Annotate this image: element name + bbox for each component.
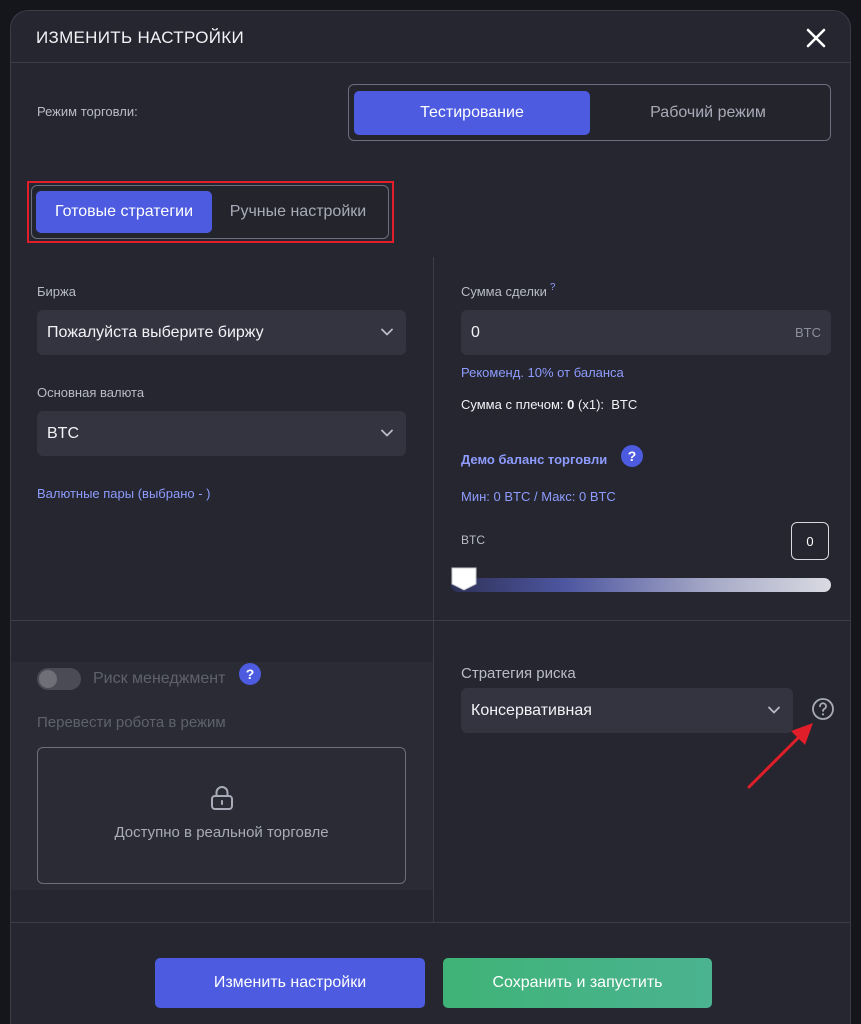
risk-management-toggle[interactable] (37, 668, 81, 690)
currency-pairs-link[interactable]: Валютные пары (выбрано - ) (37, 486, 211, 501)
robot-mode-label: Перевести робота в режим (37, 714, 226, 731)
base-currency-label: Основная валюта (37, 385, 145, 400)
recommend-link[interactable]: Рекоменд. 10% от баланса (461, 365, 624, 380)
strategy-type-switch: Готовые стратегии Ручные настройки (31, 185, 389, 239)
locked-feature-text: Доступно в реальной торговле (114, 824, 329, 841)
leverage-value: 0 (567, 397, 575, 412)
demo-balance-range: Мин: 0 BTC / Макс: 0 BTC (461, 489, 616, 504)
risk-strategy-value: Консервативная (471, 701, 592, 719)
base-currency-value: BTC (47, 424, 79, 442)
exchange-select[interactable]: Пожалуйста выберите биржу (37, 310, 406, 355)
mode-live-button[interactable]: Рабочий режим (590, 91, 826, 135)
save-and-run-button[interactable]: Сохранить и запустить (443, 958, 712, 1008)
tab-ready-strategies[interactable]: Готовые стратегии (36, 191, 212, 233)
tab-manual-settings[interactable]: Ручные настройки (214, 191, 382, 233)
column-divider-top (433, 257, 434, 621)
trade-amount-unit: BTC (795, 325, 821, 340)
leverage-mult: (x1): (578, 397, 605, 412)
chevron-down-icon (381, 328, 393, 336)
locked-feature-box: Доступно в реальной торговле (37, 747, 406, 884)
settings-modal: ИЗМЕНИТЬ НАСТРОЙКИ Режим торговли: Тести… (10, 10, 851, 1024)
risk-management-help-icon[interactable]: ? (239, 663, 261, 685)
trading-mode-label: Режим торговли: (37, 104, 138, 119)
slider-handle[interactable] (451, 567, 477, 591)
trade-amount-label-text: Сумма сделки (461, 284, 547, 299)
close-icon (806, 28, 826, 48)
risk-strategy-label: Стратегия риска (461, 665, 576, 682)
trade-amount-field: BTC (461, 310, 831, 355)
demo-balance-help-icon[interactable]: ? (621, 445, 643, 467)
lock-icon (211, 786, 233, 810)
toggle-knob (39, 670, 57, 688)
demo-balance-unit: BTC (461, 533, 485, 547)
leverage-unit: BTC (611, 397, 638, 412)
mode-testing-button[interactable]: Тестирование (354, 91, 590, 135)
red-arrow-annotation (747, 723, 813, 789)
exchange-value: Пожалуйста выберите биржу (47, 323, 264, 341)
demo-balance-label: Демо баланс торговли (461, 452, 608, 467)
modal-header: ИЗМЕНИТЬ НАСТРОЙКИ (11, 11, 850, 63)
demo-balance-sep: / (533, 489, 538, 504)
leverage-amount-text: Сумма с плечом: 0 (x1): BTC (461, 397, 637, 412)
exchange-label: Биржа (37, 284, 76, 299)
section-divider-bottom (11, 922, 850, 923)
base-currency-select[interactable]: BTC (37, 411, 406, 456)
leverage-prefix: Сумма с плечом: (461, 397, 564, 412)
trade-amount-input[interactable] (461, 310, 761, 355)
modal-title: ИЗМЕНИТЬ НАСТРОЙКИ (36, 28, 245, 47)
demo-balance-slider[interactable] (451, 578, 831, 592)
demo-balance-min: Мин: 0 BTC (461, 489, 531, 504)
trade-amount-help-icon[interactable]: ? (550, 282, 556, 293)
change-settings-button[interactable]: Изменить настройки (155, 958, 425, 1008)
close-button[interactable] (804, 26, 828, 50)
risk-management-label: Риск менеджмент (93, 670, 226, 687)
trading-mode-switch: Тестирование Рабочий режим (348, 84, 831, 141)
trade-amount-label: Сумма сделки? (461, 282, 556, 299)
demo-balance-max: Макс: 0 BTC (541, 489, 616, 504)
chevron-down-icon (381, 429, 393, 437)
section-divider-middle (11, 620, 850, 621)
demo-balance-value-box[interactable]: 0 (791, 522, 829, 560)
column-divider-bottom (433, 621, 434, 922)
